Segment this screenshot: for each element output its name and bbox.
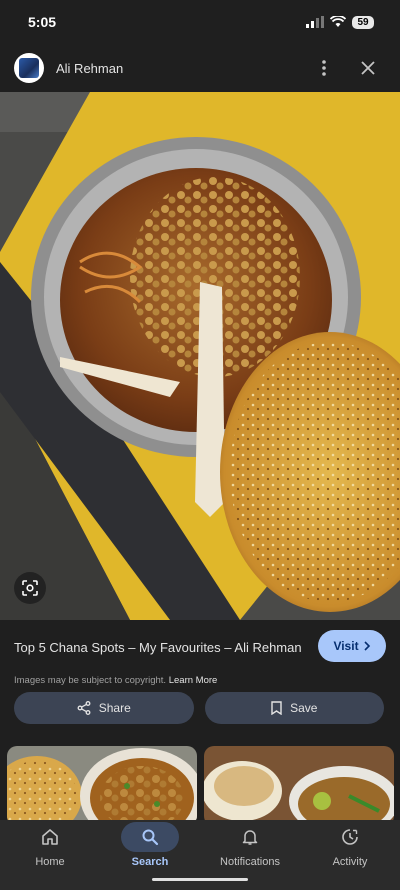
nav-label-notifications: Notifications [220, 856, 280, 868]
avatar[interactable] [14, 53, 44, 83]
copyright-notice: Images may be subject to copyright. Lear… [14, 675, 386, 686]
nav-item-home[interactable]: Home [3, 822, 98, 890]
more-vert-icon [322, 60, 326, 76]
status-time: 5:05 [28, 14, 57, 30]
nav-label-search: Search [131, 856, 169, 868]
share-label: Share [98, 701, 131, 715]
battery-indicator: 59 [352, 15, 374, 29]
more-options-button[interactable] [306, 50, 342, 86]
lens-icon [22, 580, 38, 596]
lens-button[interactable] [14, 572, 46, 604]
chana-dish-image [0, 92, 400, 620]
close-button[interactable] [350, 50, 386, 86]
author-name[interactable]: Ali Rehman [56, 61, 306, 76]
wifi-icon [330, 16, 346, 27]
nav-label-home: Home [35, 856, 65, 868]
learn-more-link[interactable]: Learn More [169, 675, 218, 686]
share-button[interactable]: Share [14, 692, 194, 724]
save-button[interactable]: Save [204, 692, 384, 724]
action-row: Share Save [14, 692, 384, 724]
visit-label: Visit [333, 639, 359, 653]
share-icon [77, 701, 91, 715]
status-bar: 5:05 59 [0, 0, 400, 44]
result-header: Ali Rehman [0, 44, 400, 92]
home-icon [42, 829, 58, 845]
copyright-text: Images may be subject to copyright. [14, 675, 167, 686]
chevron-right-icon [363, 641, 370, 651]
visit-button[interactable]: Visit [318, 630, 386, 662]
bell-icon [242, 830, 258, 845]
status-icons: 59 [306, 15, 374, 29]
related-image-1-picture [7, 746, 197, 820]
related-image-2[interactable] [204, 746, 394, 820]
search-icon [142, 829, 159, 846]
nav-item-activity[interactable]: Activity [303, 822, 398, 890]
result-info: Top 5 Chana Spots – My Favourites – Ali … [0, 628, 400, 686]
nav-label-activity: Activity [332, 856, 368, 868]
bookmark-icon [271, 701, 282, 715]
related-images [0, 746, 400, 820]
related-image-1[interactable] [7, 746, 197, 820]
signal-icon [306, 16, 324, 28]
activity-icon [342, 829, 358, 845]
save-label: Save [290, 701, 318, 715]
home-indicator[interactable] [152, 878, 248, 881]
result-image[interactable] [0, 92, 400, 620]
close-icon [361, 61, 375, 75]
related-image-2-picture [204, 746, 394, 820]
